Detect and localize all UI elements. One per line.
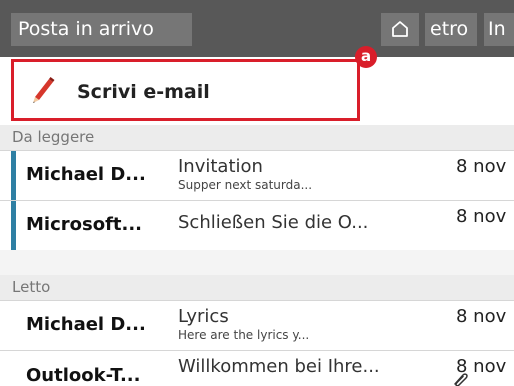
email-sender: Michael D... [26, 314, 146, 335]
email-sender: Outlook-T... [26, 365, 141, 386]
email-sender: Michael D... [26, 164, 146, 185]
toolbar: Posta in arrivo etro In [0, 0, 514, 57]
home-icon [392, 21, 408, 37]
unread-indicator [11, 151, 16, 200]
paperclip-icon [454, 373, 468, 386]
email-subject: Willkommen bei Ihre... [178, 356, 380, 377]
back-button[interactable]: etro [425, 13, 477, 46]
section-header-unread: Da leggere [0, 125, 514, 150]
annotation-badge: a [355, 46, 377, 68]
inbox-folder-button[interactable]: Posta in arrivo [11, 13, 192, 46]
email-preview: Here are the lyrics y... [178, 328, 310, 342]
email-date: 8 nov [456, 156, 507, 177]
section-header-read: Letto [0, 275, 514, 300]
toolbar-button-in[interactable]: In [484, 13, 514, 46]
email-row[interactable]: Outlook-T... Willkommen bei Ihre... 8 no… [0, 350, 514, 386]
unread-indicator [11, 201, 16, 250]
email-row[interactable]: Microsoft... Schließen Sie die O... 8 no… [0, 200, 514, 250]
compose-label: Scrivi e-mail [77, 81, 210, 103]
email-date: 8 nov [456, 306, 507, 327]
email-preview: Supper next saturda... [178, 178, 313, 192]
email-subject: Schließen Sie die O... [178, 212, 369, 233]
home-button[interactable] [381, 13, 419, 46]
pencil-icon [33, 77, 55, 103]
compose-email-button[interactable]: Scrivi e-mail [11, 59, 360, 121]
email-row[interactable]: Michael D... Invitation Supper next satu… [0, 150, 514, 200]
email-sender: Microsoft... [26, 214, 143, 235]
email-subject: Invitation [178, 156, 263, 177]
email-row[interactable]: Michael D... Lyrics Here are the lyrics … [0, 300, 514, 350]
email-subject: Lyrics [178, 306, 229, 327]
email-date: 8 nov [456, 206, 507, 227]
